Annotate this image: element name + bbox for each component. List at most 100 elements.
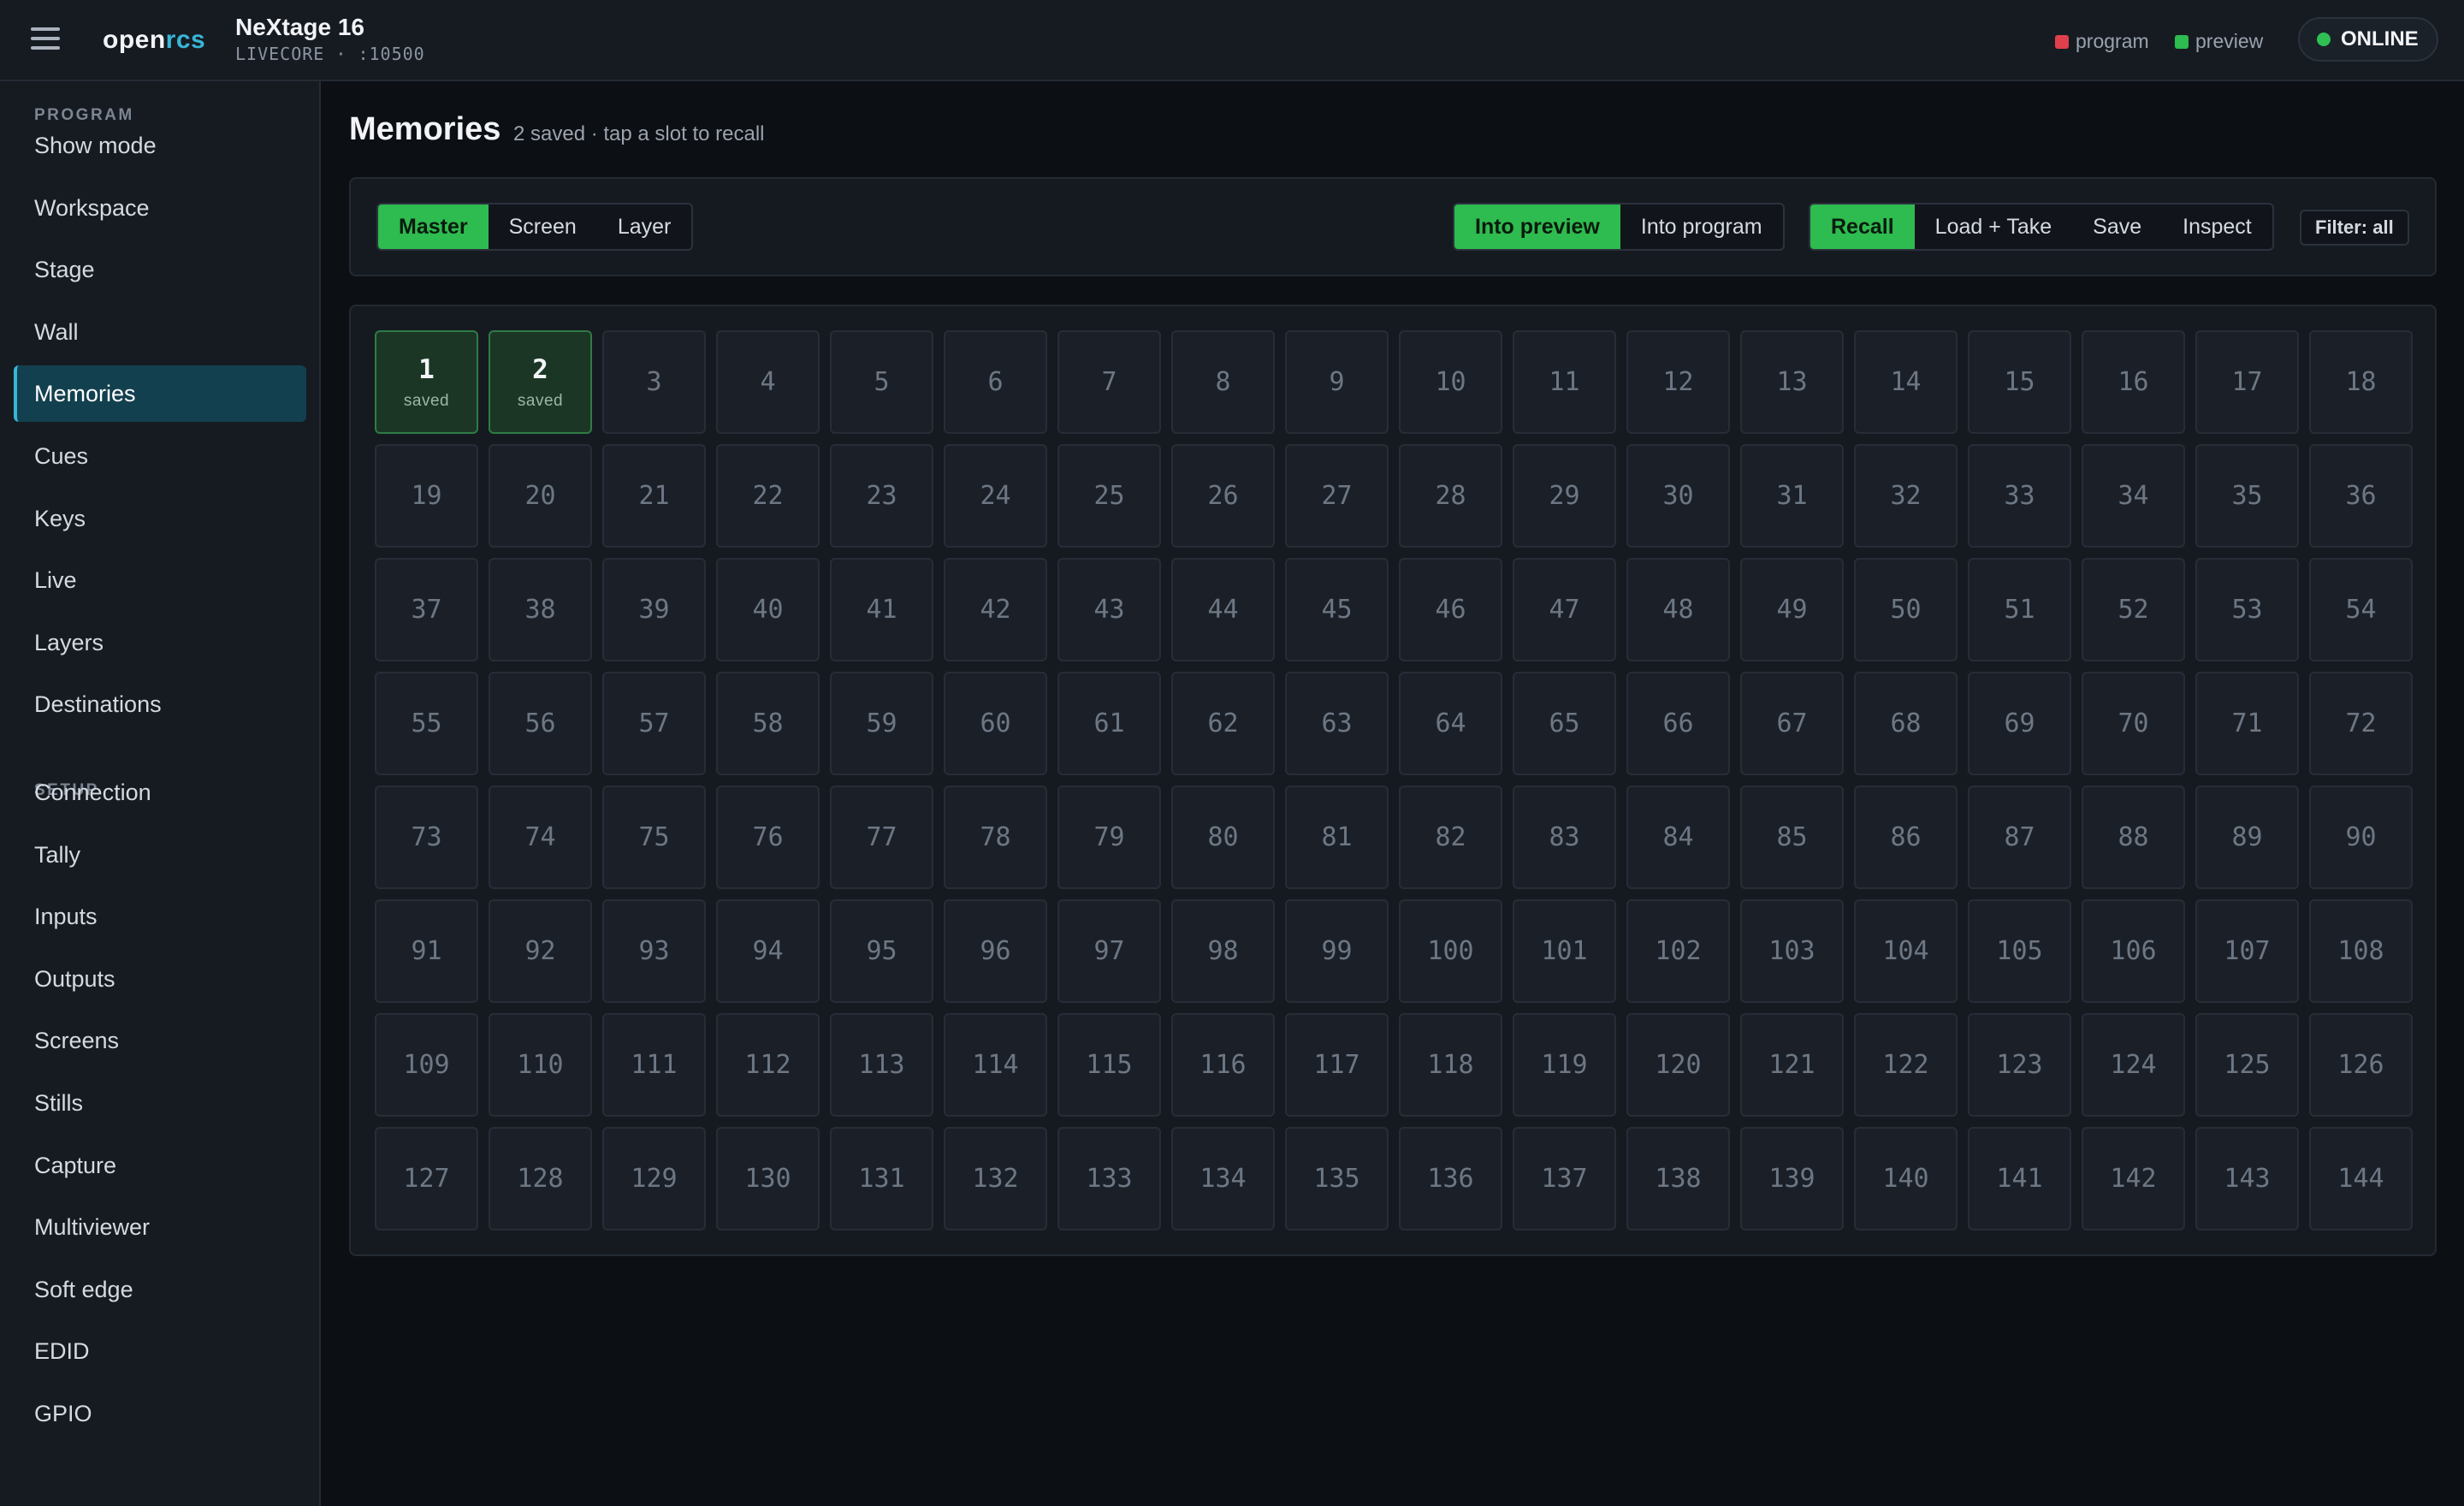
memory-slot[interactable]: 60 — [944, 672, 1047, 775]
memory-slot[interactable]: 25 — [1057, 444, 1161, 548]
memory-slot[interactable]: 32 — [1854, 444, 1958, 548]
memory-slot[interactable]: 43 — [1057, 558, 1161, 661]
memory-slot[interactable]: 90 — [2309, 786, 2413, 889]
sidebar-item-stage[interactable]: Stage — [14, 241, 306, 298]
memory-slot[interactable]: 24 — [944, 444, 1047, 548]
memory-slot[interactable]: 125 — [2195, 1013, 2299, 1117]
memory-slot[interactable]: 39 — [602, 558, 706, 661]
memory-slot[interactable]: 97 — [1057, 899, 1161, 1003]
action-option-inspect[interactable]: Inspect — [2162, 205, 2272, 249]
memory-slot[interactable]: 57 — [602, 672, 706, 775]
memory-slot[interactable]: 91 — [375, 899, 478, 1003]
memory-slot[interactable]: 84 — [1626, 786, 1730, 889]
memory-slot[interactable]: 86 — [1854, 786, 1958, 889]
memory-slot[interactable]: 121 — [1740, 1013, 1844, 1117]
memory-slot[interactable]: 4 — [716, 330, 820, 434]
sidebar-item-edid[interactable]: EDID — [14, 1323, 306, 1379]
memory-slot[interactable]: 34 — [2082, 444, 2185, 548]
memory-slot[interactable]: 1 saved — [375, 330, 478, 434]
memory-slot[interactable]: 52 — [2082, 558, 2185, 661]
memory-slot[interactable]: 137 — [1513, 1127, 1616, 1230]
memory-slot[interactable]: 72 — [2309, 672, 2413, 775]
sidebar-item-keys[interactable]: Keys — [14, 490, 306, 547]
memory-slot[interactable]: 9 — [1285, 330, 1389, 434]
memory-slot[interactable]: 76 — [716, 786, 820, 889]
memory-slot[interactable]: 69 — [1968, 672, 2071, 775]
memory-slot[interactable]: 10 — [1399, 330, 1502, 434]
memory-slot[interactable]: 40 — [716, 558, 820, 661]
memory-slot[interactable]: 59 — [830, 672, 933, 775]
memory-slot[interactable]: 82 — [1399, 786, 1502, 889]
memory-slot[interactable]: 67 — [1740, 672, 1844, 775]
memory-slot[interactable]: 19 — [375, 444, 478, 548]
memory-slot[interactable]: 106 — [2082, 899, 2185, 1003]
scope-option-screen[interactable]: Screen — [489, 205, 597, 249]
memory-slot[interactable]: 65 — [1513, 672, 1616, 775]
memory-slot[interactable]: 8 — [1171, 330, 1275, 434]
filter-button[interactable]: Filter: all — [2300, 210, 2409, 246]
memory-slot[interactable]: 78 — [944, 786, 1047, 889]
memory-slot[interactable]: 129 — [602, 1127, 706, 1230]
memory-slot[interactable]: 41 — [830, 558, 933, 661]
memory-slot[interactable]: 80 — [1171, 786, 1275, 889]
memory-slot[interactable]: 131 — [830, 1127, 933, 1230]
memory-slot[interactable]: 77 — [830, 786, 933, 889]
memory-slot[interactable]: 15 — [1968, 330, 2071, 434]
memory-slot[interactable]: 48 — [1626, 558, 1730, 661]
sidebar-item-multiviewer[interactable]: Multiviewer — [14, 1199, 306, 1255]
memory-slot[interactable]: 99 — [1285, 899, 1389, 1003]
memory-slot[interactable]: 108 — [2309, 899, 2413, 1003]
sidebar-item-inputs[interactable]: Inputs — [14, 888, 306, 945]
memory-slot[interactable]: 128 — [489, 1127, 592, 1230]
memory-slot[interactable]: 126 — [2309, 1013, 2413, 1117]
memory-slot[interactable]: 26 — [1171, 444, 1275, 548]
memory-slot[interactable]: 109 — [375, 1013, 478, 1117]
sidebar-item-screens[interactable]: Screens — [14, 1012, 306, 1069]
memory-slot[interactable]: 17 — [2195, 330, 2299, 434]
memory-slot[interactable]: 144 — [2309, 1127, 2413, 1230]
target-option-into-program[interactable]: Into program — [1620, 205, 1783, 249]
memory-slot[interactable]: 92 — [489, 899, 592, 1003]
memory-slot[interactable]: 68 — [1854, 672, 1958, 775]
memory-slot[interactable]: 63 — [1285, 672, 1389, 775]
memory-slot[interactable]: 112 — [716, 1013, 820, 1117]
hamburger-menu-icon[interactable] — [31, 27, 60, 51]
sidebar-item-destinations[interactable]: Destinations — [14, 676, 306, 732]
memory-slot[interactable]: 102 — [1626, 899, 1730, 1003]
memory-slot[interactable]: 54 — [2309, 558, 2413, 661]
memory-slot[interactable]: 105 — [1968, 899, 2071, 1003]
sidebar-item-tally[interactable]: Tally — [14, 827, 306, 883]
memory-slot[interactable]: 139 — [1740, 1127, 1844, 1230]
memory-slot[interactable]: 2 saved — [489, 330, 592, 434]
memory-slot[interactable]: 37 — [375, 558, 478, 661]
memory-slot[interactable]: 96 — [944, 899, 1047, 1003]
memory-slot[interactable]: 51 — [1968, 558, 2071, 661]
memory-slot[interactable]: 114 — [944, 1013, 1047, 1117]
memory-slot[interactable]: 73 — [375, 786, 478, 889]
sidebar-item-stills[interactable]: Stills — [14, 1075, 306, 1131]
sidebar-item-outputs[interactable]: Outputs — [14, 951, 306, 1007]
memory-slot[interactable]: 117 — [1285, 1013, 1389, 1117]
memory-slot[interactable]: 111 — [602, 1013, 706, 1117]
memory-slot[interactable]: 120 — [1626, 1013, 1730, 1117]
memory-slot[interactable]: 64 — [1399, 672, 1502, 775]
memory-slot[interactable]: 36 — [2309, 444, 2413, 548]
memory-slot[interactable]: 71 — [2195, 672, 2299, 775]
sidebar-item-connection[interactable]: Connection — [14, 764, 306, 821]
memory-slot[interactable]: 136 — [1399, 1127, 1502, 1230]
action-option-recall[interactable]: Recall — [1810, 205, 1915, 249]
sidebar-item-live[interactable]: Live — [14, 552, 306, 608]
memory-slot[interactable]: 29 — [1513, 444, 1616, 548]
memory-slot[interactable]: 27 — [1285, 444, 1389, 548]
memory-slot[interactable]: 95 — [830, 899, 933, 1003]
memory-slot[interactable]: 122 — [1854, 1013, 1958, 1117]
memory-slot[interactable]: 6 — [944, 330, 1047, 434]
memory-slot[interactable]: 98 — [1171, 899, 1275, 1003]
memory-slot[interactable]: 127 — [375, 1127, 478, 1230]
memory-slot[interactable]: 101 — [1513, 899, 1616, 1003]
memory-slot[interactable]: 133 — [1057, 1127, 1161, 1230]
memory-slot[interactable]: 138 — [1626, 1127, 1730, 1230]
memory-slot[interactable]: 104 — [1854, 899, 1958, 1003]
memory-slot[interactable]: 81 — [1285, 786, 1389, 889]
memory-slot[interactable]: 123 — [1968, 1013, 2071, 1117]
